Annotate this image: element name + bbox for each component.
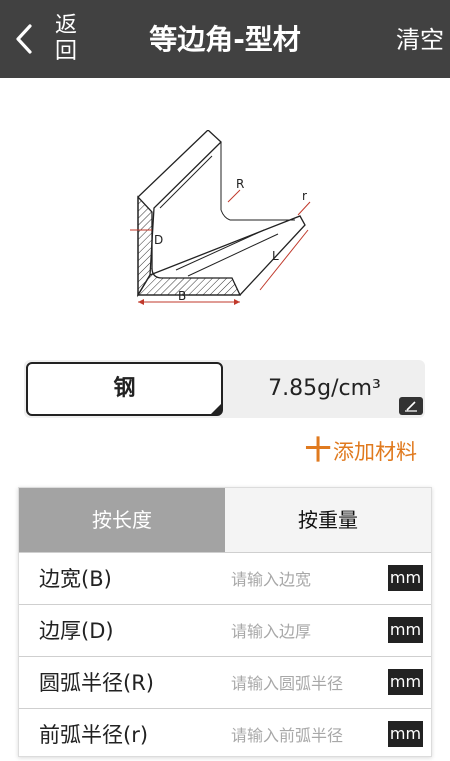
tab-by-length[interactable]: 按长度	[19, 488, 225, 552]
edit-icon[interactable]	[399, 397, 423, 415]
unit-badge: mm	[388, 565, 423, 591]
material-name-button[interactable]: 钢	[26, 362, 223, 416]
thickness-input[interactable]	[231, 615, 381, 647]
diagram-label-r-small: r	[302, 189, 307, 203]
field-label-thickness: 边厚(D)	[39, 619, 114, 643]
field-label-arc-radius: 圆弧半径(R)	[39, 671, 154, 695]
arc-radius-input[interactable]	[231, 667, 381, 699]
material-name-label: 钢	[113, 376, 136, 401]
add-material-label: 添加材料	[333, 440, 417, 464]
unit-badge: mm	[388, 617, 423, 643]
clear-button[interactable]: 清空	[396, 24, 444, 56]
mode-tabs: 按长度 按重量	[19, 488, 431, 552]
material-selector: 钢 7.85g/cm³	[24, 360, 425, 418]
density-value: 7.85g/cm³	[268, 376, 381, 401]
front-arc-radius-input[interactable]	[231, 719, 381, 751]
page-title: 等边角-型材	[149, 23, 301, 56]
diagram-label-b: B	[178, 289, 186, 303]
field-label-width: 边宽(B)	[39, 567, 112, 591]
field-label-front-arc-radius: 前弧半径(r)	[39, 723, 149, 747]
angle-profile-diagram: R r D L B	[130, 130, 311, 305]
unit-badge: mm	[388, 669, 423, 695]
input-row-width: 边宽(B) mm	[19, 552, 431, 604]
unit-badge: mm	[388, 721, 423, 747]
diagram-label-r-large: R	[236, 177, 244, 191]
input-row-arc-radius: 圆弧半径(R) mm	[19, 656, 431, 708]
width-input[interactable]	[231, 563, 381, 595]
input-row-front-arc-radius: 前弧半径(r) mm	[19, 708, 431, 760]
tab-by-weight[interactable]: 按重量	[225, 488, 431, 552]
header-bar: 返回 等边角-型材 清空	[0, 0, 450, 78]
dropdown-corner-icon	[211, 404, 221, 414]
add-material-button[interactable]: 十添加材料	[305, 436, 417, 467]
diagram-label-d: D	[154, 233, 163, 247]
diagram-label-l: L	[272, 249, 279, 263]
plus-icon: 十	[304, 436, 331, 466]
calculation-form: 按长度 按重量 边宽(B) mm 边厚(D) mm 圆弧半径(R) mm 前弧半…	[18, 487, 432, 757]
input-row-thickness: 边厚(D) mm	[19, 604, 431, 656]
